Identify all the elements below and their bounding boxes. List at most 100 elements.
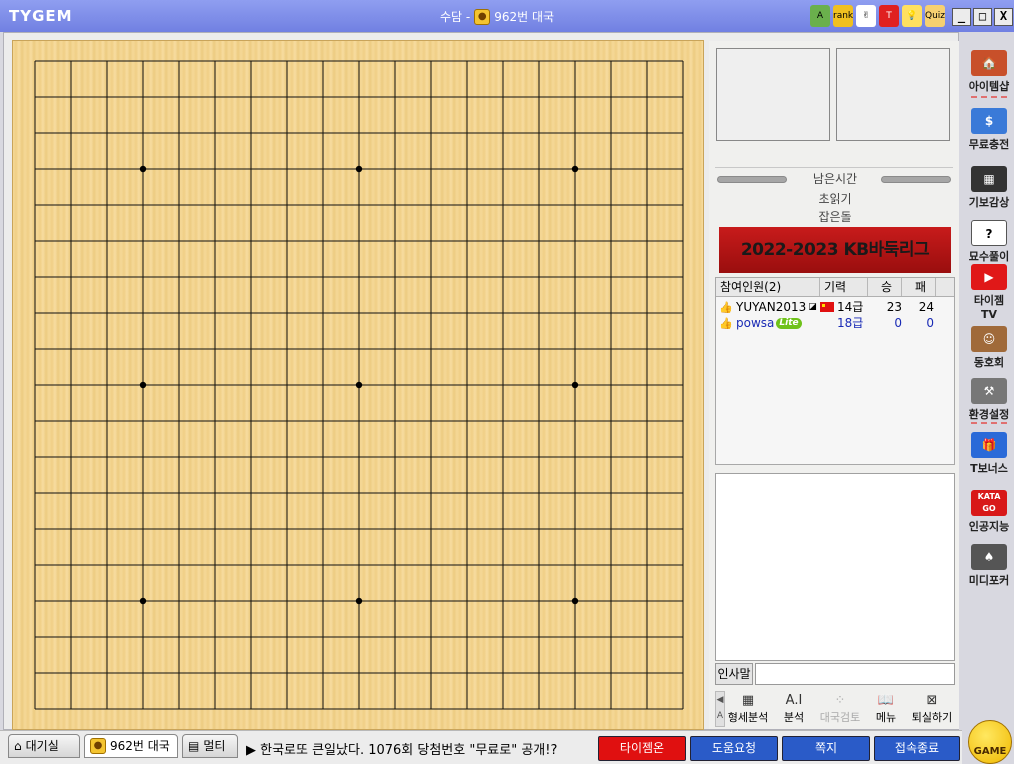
byoyomi-label: 초읽기 [818,192,852,206]
game-review-button[interactable]: ⁘ 대국검토 [817,691,863,727]
sidebar-item-settings[interactable]: ⚒ 환경설정 [967,378,1011,422]
header-wins[interactable]: 승 [868,278,902,296]
sidebar-divider [971,422,1007,424]
minimize-button[interactable]: _ [952,8,971,26]
sidebar-item-problems[interactable]: ? 묘수풀이 [967,220,1011,264]
leave-button[interactable]: ⊠ 퇴실하기 [909,691,955,727]
game-records-icon: ▦ [971,166,1007,192]
window-title: 수담 - ● 962번 대국 [440,8,554,25]
right-panel: 남은시간 초읽기 잡은돌 2022-2023 KB바둑리그 참여인원(2) 기력… [709,41,959,729]
free-charge-icon: $ [971,108,1007,134]
tool-label: 메뉴 [875,711,897,724]
thumbs-up-icon: 👍 [719,316,733,330]
china-flag-icon [820,302,834,312]
sidebar-item-item-shop[interactable]: 🏠 아이템샵 [967,50,1011,94]
game-button[interactable]: GAME [968,720,1012,764]
sidebar-item-label: 동호회 [973,356,1005,369]
maximize-button[interactable]: □ [973,8,992,26]
remaining-time-label: 남은시간 [812,172,858,186]
sidebar-item-game-records[interactable]: ▦ 기보감상 [967,166,1011,210]
participant-losses: 24 [918,300,934,314]
problems-icon: ? [971,220,1007,246]
window-controls: _ □ X [952,8,1013,26]
star-point [355,381,363,389]
sidebar-item-label: 묘수풀이 [968,250,1010,263]
sidebar-item-label: 미디포커 [968,574,1010,587]
tool-label: 퇴실하기 [911,711,953,724]
sidebar-item-label: 환경설정 [968,408,1010,421]
header-losses[interactable]: 패 [902,278,936,296]
menu-icon: 📖 [877,693,895,708]
lightbulb-icon[interactable]: 💡 [902,5,922,27]
chat-area[interactable] [715,473,955,661]
sidebar-item-label: 무료충전 [968,138,1010,151]
participant-list: 참여인원(2) 기력 승 패 👍 YUYAN2013 ◪ 14급 23 24 👍 powsa L… [715,277,955,465]
toolbar-scroll-arrow[interactable]: ◀ A [715,691,725,727]
star-point [571,381,579,389]
club-icon: ☺ [971,326,1007,352]
sidebar-divider [971,96,1007,98]
home-icon[interactable]: A [810,5,830,27]
item-shop-icon: 🏠 [971,50,1007,76]
position-analysis-button[interactable]: ▦ 형세분석 [725,691,771,727]
tygem-logo: TYGEM [9,7,73,25]
participant-losses: 0 [926,316,934,330]
tool-label: 분석 [783,711,805,724]
disconnect-button[interactable]: 접속종료 [874,736,960,761]
thumbs-up-icon: 👍 [719,300,733,314]
news-ticker[interactable]: ▶ 한국로또 큰일났다. 1076회 당첨번호 "무료로" 공개!? [246,739,557,758]
leave-icon: ⊠ [926,693,938,708]
sidebar-item-ai-katago[interactable]: KATA GO 인공지능 [967,490,1011,534]
tab-game-962[interactable]: ● 962번 대국 [84,734,178,758]
sidebar-item-label: T보너스 [970,462,1008,475]
sidebar-item-label: 아이템샵 [968,80,1010,93]
menu-button[interactable]: 📖 메뉴 [863,691,909,727]
tab-multi[interactable]: ▤ 멀티 [182,734,238,758]
sidebar-item-media-poker[interactable]: ♠ 미디포커 [967,544,1011,588]
captured-stones-label: 잡은돌 [818,210,852,224]
go-board[interactable] [12,40,704,730]
side-menu: 🏠 아이템샵 $ 무료충전 ▦ 기보감상? 묘수풀이 ▶ 타이젬TV ☺ 동호회 ⚒ 환경설정 🎁 T보너스… [961,40,1014,764]
league-banner[interactable]: 2022-2023 KB바둑리그 [719,227,951,273]
participant-list-header: 참여인원(2) 기력 승 패 [716,278,954,297]
tygem-on-button[interactable]: 타이젬온 [598,736,686,761]
tygem-t-icon[interactable]: T [879,5,899,27]
rank-icon[interactable]: rank [833,5,853,27]
settings-icon: ⚒ [971,378,1007,404]
header-participants[interactable]: 참여인원(2) [716,278,820,296]
board-grid[interactable] [13,41,705,731]
message-button[interactable]: 쪽지 [782,736,870,761]
star-point [355,165,363,173]
window-title-game: 962번 대국 [494,10,555,24]
quiz-icon[interactable]: Quiz [925,5,945,27]
participant-rank: 18급 [837,316,864,330]
game-room-icon: ● [474,8,491,25]
title-bar: TYGEM 수담 - ● 962번 대국 Arank ✌ T 💡 Quiz _ □ X [0,0,1014,32]
ai-katago-icon: KATA GO [971,490,1007,516]
position-analysis-icon: ▦ [741,693,755,708]
sidebar-item-t-bonus[interactable]: 🎁 T보너스 [967,432,1011,476]
game-room-icon: ● [90,738,106,754]
player-black-photo [716,48,830,141]
hand-icon[interactable]: ✌ [856,5,876,27]
header-rank[interactable]: 기력 [820,278,868,296]
greeting-input[interactable] [755,663,955,685]
participant-row[interactable]: 👍 powsa Lite 18급 0 0 [716,315,954,331]
tab-waiting-room[interactable]: ⌂ 대기실 [8,734,80,758]
greeting-label: 인사말 [715,663,753,685]
white-time-bar [881,176,951,183]
black-time-bar [717,176,787,183]
window-title-prefix: 수담 - [440,10,471,24]
close-button[interactable]: X [994,8,1013,26]
sidebar-item-free-charge[interactable]: $ 무료충전 [967,108,1011,152]
sidebar-item-club[interactable]: ☺ 동호회 [967,326,1011,370]
sidebar-item-tygem-tv[interactable]: ▶ 타이젬TV [967,264,1011,321]
t-bonus-icon: 🎁 [971,432,1007,458]
participant-row[interactable]: 👍 YUYAN2013 ◪ 14급 23 24 [716,299,954,315]
star-point [139,597,147,605]
help-request-button[interactable]: 도움요청 [690,736,778,761]
bottom-bar: ⌂ 대기실 ● 962번 대국 ▤ 멀티 ▶ 한국로또 큰일났다. 1076회 … [0,730,962,764]
ai-analysis-button[interactable]: A.I 분석 [771,691,817,727]
tool-bar: ◀ A ▦ 형세분석 A.I 분석 ⁘ 대국검토 📖 메뉴 ⊠ 퇴실하기 [715,691,955,727]
tool-label: 대국검토 [819,711,861,724]
